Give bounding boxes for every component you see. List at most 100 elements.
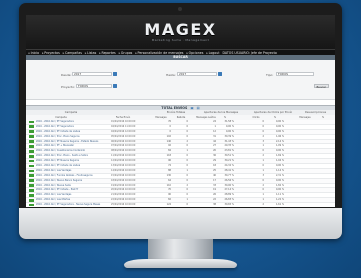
campaign-link[interactable]: 2016 - 2016 Abr / PT Cidade de Lisboa: [36, 164, 80, 168]
cell-read: 38: [213, 203, 216, 207]
cell-bounce: 0: [186, 120, 188, 123]
cell-read-pct: 27,14 %: [224, 188, 235, 192]
menu-item-2[interactable]: ▸Campañas: [63, 51, 82, 55]
cell-bounce: 1: [186, 149, 188, 153]
filter-panel: Desde: 2017 Hasta: 2017 Tipo: TODOS Proy…: [26, 60, 335, 100]
campaign-link[interactable]: 2016 - 2016 Abr / Proc. Plano - Sexto e …: [36, 154, 88, 158]
campaign-link[interactable]: 2016 - 2016 Abr / PT Seguradora: [36, 120, 74, 124]
dropdown-icon[interactable]: [113, 84, 117, 88]
status-indicator: [29, 140, 34, 143]
from-date-input[interactable]: 2017: [72, 72, 112, 76]
cell-bounce: 0: [186, 203, 188, 207]
cell-read: 33: [213, 183, 216, 187]
status-indicator: [29, 130, 34, 134]
cell-clicks: 0: [262, 149, 264, 153]
cell-read: 19: [213, 188, 216, 192]
app-logo[interactable]: MAGEX: [26, 20, 335, 39]
campaign-link[interactable]: 2016 - 2016 Abr / PT + Bienestar: [36, 144, 74, 148]
cell-read: 22: [213, 198, 216, 202]
campaign-link[interactable]: 2016 - 2016 Abr / Proc. Plano Seguros: [36, 135, 80, 139]
status-indicator: [29, 149, 34, 153]
status-indicator: [29, 189, 34, 192]
campaign-link[interactable]: 2016 - 2016 Abr / PT Seguradora: [36, 125, 74, 129]
cell-clicks-pct: 2,31 %: [275, 173, 284, 177]
send-date: 04/04/2016 12:00:00: [111, 129, 136, 133]
monitor-stand-neck: [148, 239, 213, 261]
campaign-link[interactable]: 2016 - 2016 Abr / Cuestionarios Contenid…: [36, 149, 85, 153]
campaign-link[interactable]: 2016 - 2016 Abr / Las Ventajas: [36, 193, 71, 197]
cell-clicks-pct: 0,00 %: [275, 164, 284, 168]
menu-item-1[interactable]: ▸Proyectos: [42, 51, 60, 55]
status-indicator: [29, 159, 34, 163]
cell-bounce: 0: [186, 159, 188, 163]
cell-bounce: 0: [186, 129, 188, 133]
cell-clicks: 0: [262, 164, 264, 168]
campaign-link[interactable]: 2016 - 2016 Abr / PT Cidade de Lisboa: [36, 130, 80, 134]
campaign-link[interactable]: 2016 - 2016 Abr / Fundos Globais - Fondo…: [36, 174, 93, 178]
cell-read-pct: 29,35 %: [224, 144, 235, 148]
cell-read-pct: 31,58 %: [224, 120, 235, 123]
cell-read: 40: [213, 173, 216, 177]
menu-item-label: Reportes: [101, 50, 116, 55]
status-indicator: [29, 179, 34, 182]
campaign-link[interactable]: 2016 - 2016 Abr / PT Nuevos Seguros: [36, 159, 79, 163]
send-date: 20/04/2016 10:00:00: [111, 188, 136, 192]
menu-item-0[interactable]: ⌂Inicio: [28, 51, 39, 55]
cell-clicks: 0: [262, 124, 264, 128]
cell-read: 29: [213, 159, 216, 163]
cell-clicks-pct: 1,69 %: [275, 154, 284, 158]
cell-clicks: 2: [262, 154, 264, 158]
cell-bounce: 1: [186, 168, 188, 172]
cell-clicks-pct: 1,09 %: [275, 144, 284, 148]
status-indicator: [29, 120, 34, 124]
cell-read-pct: 28,89 %: [224, 193, 235, 197]
send-date: 15/04/2016 10:00:00: [111, 173, 136, 177]
cell-read: 1: [214, 124, 216, 128]
campaign-link[interactable]: 2016 - 2016 Abr / Nueva Sede: [36, 184, 71, 188]
campaign-link[interactable]: 2016 - 2016 Abr / PT Seguradora - Nueva …: [36, 203, 100, 207]
calendar-icon[interactable]: [113, 72, 117, 76]
campaign-link[interactable]: 2016 - 2016 Abr / Nuevo Banco Seguros: [36, 179, 82, 183]
cell-read: 20: [213, 149, 216, 153]
cell-clicks-pct: 1,22 %: [275, 198, 284, 202]
cell-read-pct: 30,21 %: [224, 159, 235, 163]
menu-item-label: Listas: [87, 50, 97, 55]
cell-read-pct: 31,43 %: [224, 139, 235, 143]
calendar-icon[interactable]: [218, 72, 222, 76]
send-date: 18/04/2016 10:00:00: [111, 178, 136, 182]
status-indicator: [29, 125, 34, 129]
type-select[interactable]: TODOS: [276, 72, 314, 76]
cell-read-pct: 0,00 %: [225, 129, 234, 133]
menu-item-8[interactable]: ▸Logout: [206, 51, 219, 55]
menu-item-5[interactable]: ▸Grupos: [119, 51, 133, 55]
cell-read: 18: [213, 164, 216, 168]
send-date: 05/04/2016 10:00:00: [111, 134, 136, 138]
cell-clicks-pct: 0,00 %: [275, 178, 284, 182]
monitor-stand-base: [124, 259, 237, 268]
menu-item-7[interactable]: ▸Opciones: [186, 51, 203, 55]
cell-bounce: 0: [186, 188, 188, 192]
cell-clicks-pct: 0,00 %: [275, 129, 284, 133]
cell-clicks: 1: [262, 193, 264, 197]
project-select[interactable]: TODOS: [76, 84, 112, 88]
campaign-link[interactable]: 2016 - 2016 Abr / Las Ventajas: [36, 169, 71, 173]
cell-clicks-pct: 1,14 %: [275, 168, 284, 172]
menu-item-4[interactable]: ▸Reportes: [99, 51, 115, 55]
cell-clicks: 3: [262, 173, 264, 177]
menu-item-3[interactable]: ▸Listas: [85, 51, 96, 55]
to-date-input[interactable]: 2017: [177, 72, 217, 76]
campaign-link[interactable]: 2016 - 2016 Abr / PT Nuevos Seguros - Es…: [36, 140, 98, 144]
campaign-link[interactable]: 2016 - 2016 Abr / Las Ofertas: [36, 198, 70, 202]
status-indicator: [29, 184, 34, 187]
send-date: 08/04/2016 10:00:00: [111, 149, 136, 153]
menu-item-6[interactable]: ▸Personalización de mensajes: [135, 51, 183, 55]
from-label: Desde:: [61, 73, 72, 77]
table-row[interactable]: 2016 - 2016 Abr / PT Seguradora - Nueva …: [26, 203, 335, 207]
cell-read: 12: [213, 129, 216, 133]
screen: MAGEX Marketing Suite · Management ⌂Inic…: [26, 15, 335, 207]
user-info: DATOS USUARIO: Jefe de Proyecto: [222, 50, 277, 55]
campaign-link[interactable]: 2016 - 2016 Abr / PT Cidade - Post Tr: [36, 188, 78, 192]
search-button[interactable]: Buscar: [314, 84, 329, 89]
cell-bounce: 0: [186, 178, 188, 182]
status-indicator: [29, 198, 34, 202]
